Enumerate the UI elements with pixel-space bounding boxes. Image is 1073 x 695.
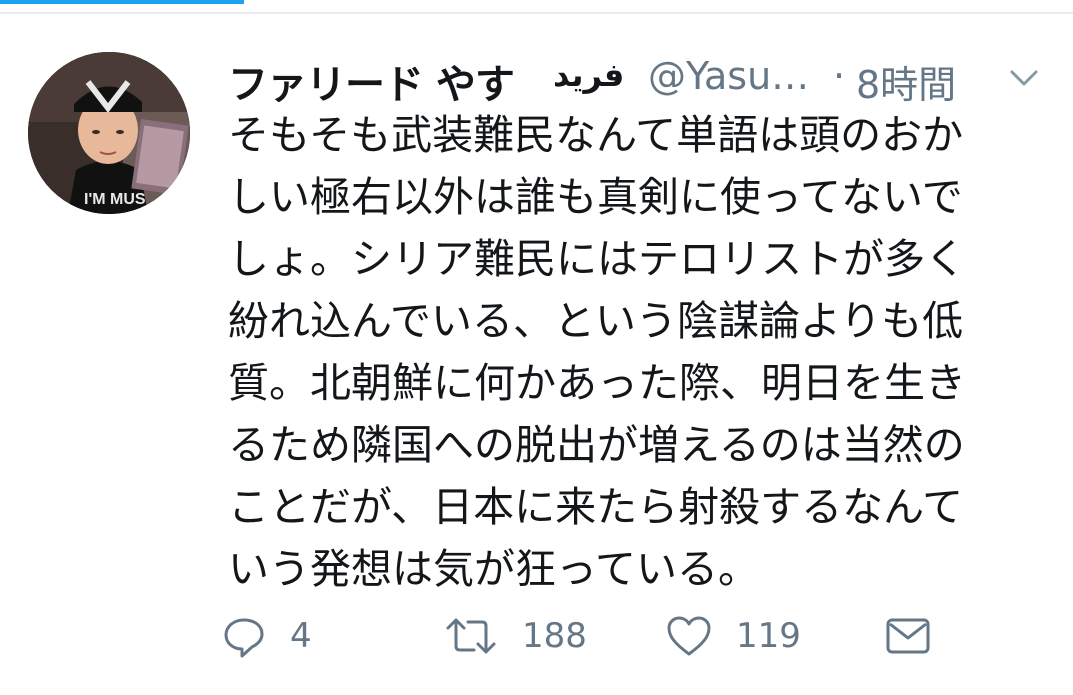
like-count: 119 [736,616,801,656]
svg-text:I'M MUS: I'M MUS [84,191,146,208]
reply-count: 4 [290,616,312,656]
retweet-count: 188 [522,616,587,656]
tweet-text-line: るため隣国への脱出が増えるのは当然の [228,421,965,469]
avatar[interactable]: I'M MUS [28,52,190,214]
heart-icon [666,614,712,658]
user-handle[interactable]: @Yasu… [648,54,809,98]
retweet-button[interactable]: 188 [444,608,587,664]
active-tab-indicator [0,0,244,4]
like-button[interactable]: 119 [666,608,801,664]
separator-dot: · [833,54,846,98]
direct-message-button[interactable] [884,608,932,664]
retweet-icon [444,614,498,658]
tweet-actions: 4 188 119 [222,608,942,664]
display-name[interactable]: ファリード やす [228,52,515,102]
tweet-text-line: 紛れ込んでいる、という陰謀論よりも低 [228,297,964,345]
tweet-text-line: ことだが、日本に来たら射殺するなんて [228,483,964,531]
reply-icon [222,614,266,658]
tweet-text-line: しょ。シリア難民にはテロリストが多く [228,235,966,283]
reply-button[interactable]: 4 [222,608,312,664]
top-divider [0,12,1073,14]
tweet-text-line: いう発想は気が狂っている。 [228,545,759,593]
display-name-arabic[interactable]: فريد [553,56,624,94]
tweet-timestamp[interactable]: 8時間 [856,54,956,102]
tweet-text-line: そもそも武装難民なんて単語は頭のおか [228,111,964,159]
envelope-icon [884,614,932,658]
tweet-text-line: 質。北朝鮮に何かあった際、明日を生き [228,359,966,407]
tweet-text-line: しい極右以外は誰も真剣に使ってないで [228,173,963,221]
chevron-down-icon[interactable] [1004,58,1044,98]
tweet-header: ファリード やす فريد @Yasu… · 8時間 [228,52,1048,102]
avatar-image: I'M MUS [28,52,190,214]
tweet-text: そもそも武装難民なんて単語は頭のおか しい極右以外は誰も真剣に使ってないで しょ… [228,104,1038,600]
